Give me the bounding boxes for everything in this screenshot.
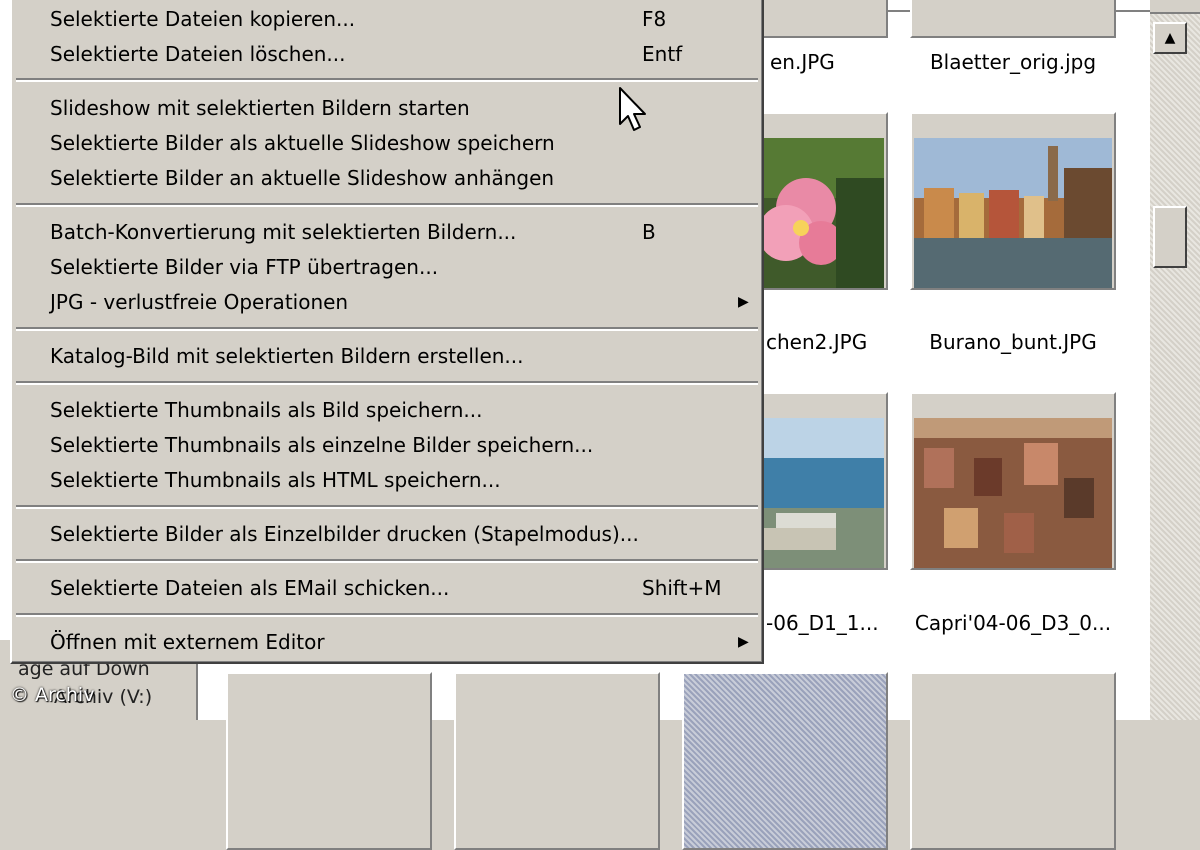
menu-separator bbox=[16, 613, 758, 617]
thumbnail-caption: chen2.JPG bbox=[766, 330, 868, 354]
copyright-text: © Archiv bbox=[10, 684, 95, 706]
menu-item-copy-files[interactable]: Selektierte Dateien kopieren... F8 bbox=[12, 2, 762, 36]
thumbnail-frame[interactable] bbox=[226, 672, 432, 850]
shortcut-label: Entf bbox=[642, 42, 683, 66]
thumbnail-burano[interactable] bbox=[910, 112, 1116, 290]
vertical-scrollbar[interactable]: ▲ bbox=[1150, 0, 1200, 720]
thumbnail-caption: Burano_bunt.JPG bbox=[929, 330, 1097, 354]
submenu-arrow-icon: ▶ bbox=[738, 294, 749, 310]
shortcut-label: B bbox=[642, 220, 656, 244]
menu-item-send-email[interactable]: Selektierte Dateien als EMail schicken..… bbox=[12, 571, 762, 605]
menu-item-save-slideshow[interactable]: Selektierte Bilder als aktuelle Slidesho… bbox=[12, 126, 762, 160]
menu-separator bbox=[16, 381, 758, 385]
thumbnail-caption: Blaetter_orig.jpg bbox=[929, 50, 1097, 74]
menu-item-batch-convert[interactable]: Batch-Konvertierung mit selektierten Bil… bbox=[12, 215, 762, 249]
menu-item-save-thumbs-html[interactable]: Selektierte Thumbnails als HTML speicher… bbox=[12, 463, 762, 497]
shortcut-label: Shift+M bbox=[642, 576, 722, 600]
menu-separator bbox=[16, 78, 758, 82]
menu-item-create-catalog[interactable]: Katalog-Bild mit selektierten Bildern er… bbox=[12, 339, 762, 373]
scrollbar-thumb[interactable] bbox=[1153, 206, 1187, 268]
thumbnail-frame[interactable] bbox=[682, 672, 888, 850]
menu-item-delete-files[interactable]: Selektierte Dateien löschen... Entf bbox=[12, 37, 762, 71]
burano-image bbox=[914, 138, 1112, 288]
menu-item-jpg-lossless[interactable]: JPG - verlustfreie Operationen ▶ bbox=[12, 285, 762, 319]
thumbnail-caption: en.JPG bbox=[770, 50, 835, 74]
menu-separator bbox=[16, 559, 758, 563]
context-menu: Selektierte Dateien kopieren... F8 Selek… bbox=[10, 0, 764, 664]
thumbnail-frame[interactable] bbox=[454, 672, 660, 850]
menu-item-start-slideshow[interactable]: Slideshow mit selektierten Bildern start… bbox=[12, 91, 762, 125]
thumbnail-capri-locks[interactable] bbox=[910, 392, 1116, 570]
submenu-arrow-icon: ▶ bbox=[738, 634, 749, 650]
menu-separator bbox=[16, 203, 758, 207]
thumbnail-frame[interactable] bbox=[910, 0, 1116, 38]
menu-item-append-slideshow[interactable]: Selektierte Bilder an aktuelle Slideshow… bbox=[12, 161, 762, 195]
shortcut-label: F8 bbox=[642, 7, 667, 31]
capri-locks-image bbox=[914, 418, 1112, 568]
menu-item-open-external-editor[interactable]: Öffnen mit externem Editor ▶ bbox=[12, 625, 762, 659]
menu-separator bbox=[16, 505, 758, 509]
mouse-cursor-icon bbox=[619, 87, 646, 131]
up-arrow-icon: ▲ bbox=[1164, 30, 1176, 46]
menu-item-save-thumbs-single[interactable]: Selektierte Thumbnails als einzelne Bild… bbox=[12, 428, 762, 462]
menu-item-ftp-upload[interactable]: Selektierte Bilder via FTP übertragen... bbox=[12, 250, 762, 284]
thumbnail-caption: Capri'04-06_D3_0... bbox=[914, 611, 1112, 635]
scroll-up-button[interactable]: ▲ bbox=[1153, 22, 1187, 54]
thumbnail-caption: -06_D1_1... bbox=[766, 611, 879, 635]
scrollbar-top-cap bbox=[1150, 0, 1200, 14]
menu-separator bbox=[16, 327, 758, 331]
menu-item-save-thumbs-image[interactable]: Selektierte Thumbnails als Bild speicher… bbox=[12, 393, 762, 427]
menu-item-print-batch[interactable]: Selektierte Bilder als Einzelbilder druc… bbox=[12, 517, 762, 551]
thumbnail-frame[interactable] bbox=[910, 672, 1116, 850]
